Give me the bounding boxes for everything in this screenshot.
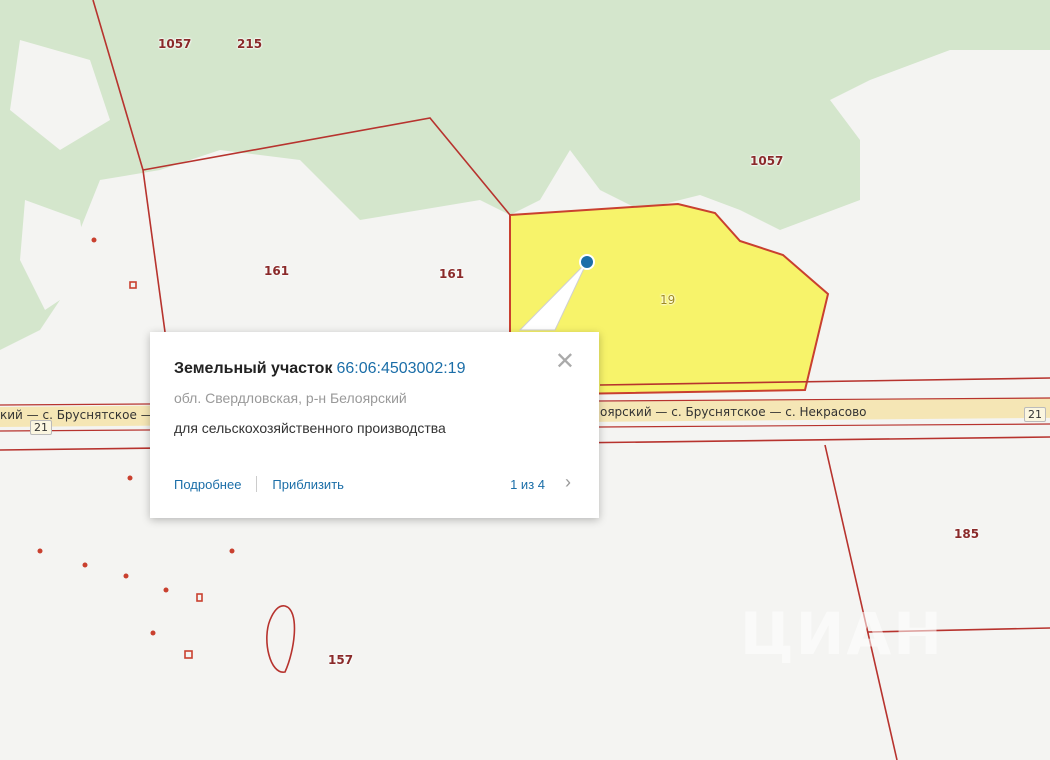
close-icon[interactable]: ✕ — [555, 350, 575, 374]
parcel-label: 161 — [439, 267, 465, 281]
parcel-label: 161 — [264, 264, 290, 278]
zoom-link[interactable]: Приблизить — [272, 477, 344, 492]
parcel-label: 1057 — [158, 37, 192, 51]
road-label: оярский — с. Бруснятское — с. Некрасово — [600, 405, 867, 419]
watermark: ЦИАН — [740, 600, 944, 668]
parcel-label: 19 — [660, 293, 676, 307]
details-link[interactable]: Подробнее — [174, 477, 241, 492]
parcel-label: 157 — [328, 653, 354, 667]
pagination-count: 1 из 4 — [510, 477, 545, 492]
road-label: кий — с. Бруснятское — — [0, 408, 153, 422]
cadastral-number[interactable]: 66:06:4503002:19 — [336, 360, 465, 377]
parcel-info-popup: Земельный участок 66:06:4503002:19 ✕ обл.… — [150, 332, 599, 518]
popup-title-label: Земельный участок — [174, 360, 333, 377]
road-number: 21 — [30, 420, 52, 435]
parcel-label: 215 — [237, 37, 263, 51]
popup-region: обл. Свердловская, р-н Белоярский — [174, 390, 407, 406]
road-number: 21 — [1024, 407, 1046, 422]
parcel-label: 1057 — [750, 154, 784, 168]
popup-usage: для сельскохозяйственного производства — [174, 420, 446, 436]
location-marker-icon — [579, 254, 595, 270]
chevron-right-icon[interactable]: › — [565, 472, 571, 493]
link-divider — [256, 476, 258, 492]
popup-title: Земельный участок 66:06:4503002:19 — [174, 360, 465, 378]
popup-links: Подробнее Приблизить — [174, 476, 344, 492]
parcel-label: 185 — [954, 527, 980, 541]
